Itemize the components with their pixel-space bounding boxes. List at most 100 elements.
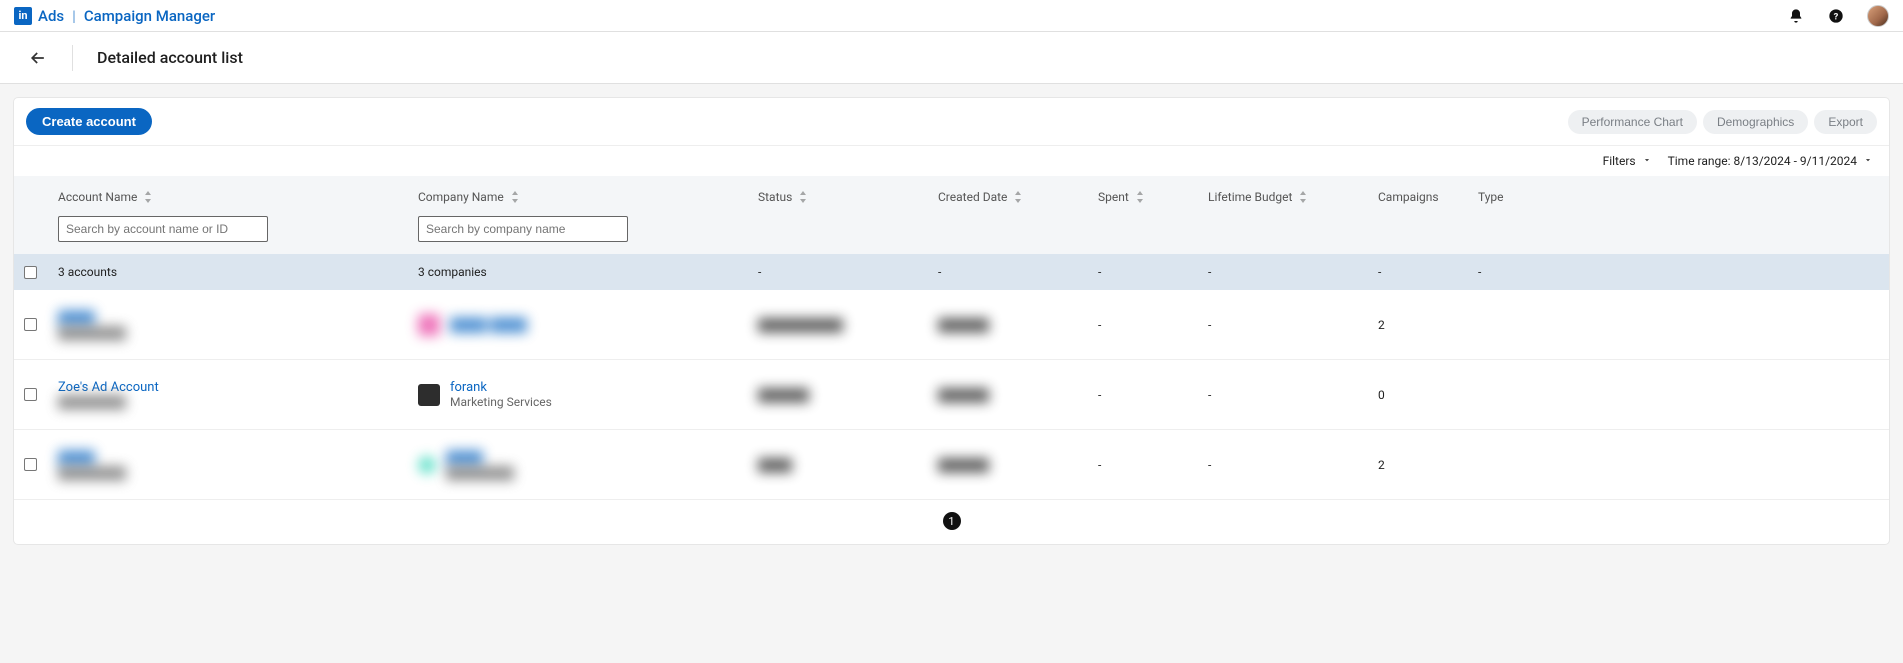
account-sub: ████████ (58, 466, 406, 480)
account-sub: ████████ (58, 326, 406, 340)
status-cell: ██████ (758, 388, 938, 402)
filters-label: Filters (1603, 154, 1636, 168)
col-type-label: Type (1478, 190, 1504, 204)
select-all-checkbox[interactable] (24, 266, 37, 279)
sort-icon (143, 191, 153, 203)
brand-ads: Ads (38, 7, 64, 25)
create-account-button[interactable]: Create account (26, 108, 152, 135)
spent-cell: - (1098, 388, 1208, 402)
notifications-icon[interactable] (1787, 7, 1805, 25)
col-status[interactable]: Status (758, 190, 926, 204)
account-sub: ████████ (58, 395, 406, 409)
time-range-label: Time range: 8/13/2024 - 9/11/2024 (1668, 154, 1857, 168)
table-body: ████████████████ ████████████████████--2… (14, 290, 1889, 500)
summary-accounts: 3 accounts (58, 265, 418, 279)
brand-separator: | (72, 7, 76, 25)
company-sub: ████████ (446, 466, 514, 480)
account-name-link[interactable]: Zoe's Ad Account (58, 380, 406, 395)
help-icon[interactable]: ? (1827, 7, 1845, 25)
col-lifetime-budget[interactable]: Lifetime Budget (1208, 190, 1366, 204)
col-spent-label: Spent (1098, 190, 1129, 204)
table-row: ██████████████████████████████████--2 (14, 430, 1889, 500)
summary-companies: 3 companies (418, 265, 758, 279)
summary-created: - (938, 265, 1098, 279)
col-created-label: Created Date (938, 190, 1007, 204)
page-1[interactable]: 1 (943, 512, 961, 530)
brand-campaign-manager: Campaign Manager (84, 7, 215, 25)
brand[interactable]: in Ads | Campaign Manager (14, 7, 215, 25)
col-campaigns[interactable]: Campaigns (1378, 190, 1466, 204)
col-company-name[interactable]: Company Name (418, 190, 746, 204)
campaigns-cell: 2 (1378, 318, 1478, 332)
summary-spent: - (1098, 265, 1208, 279)
sort-icon (798, 191, 808, 203)
sort-icon (1013, 191, 1023, 203)
toolbar: Create account Performance Chart Demogra… (14, 98, 1889, 145)
created-cell: ██████ (938, 388, 1098, 402)
sort-icon (1298, 191, 1308, 203)
top-nav: in Ads | Campaign Manager ? (0, 0, 1903, 32)
sub-header: Detailed account list (0, 32, 1903, 84)
svg-text:?: ? (1834, 11, 1839, 22)
row-checkbox[interactable] (24, 318, 37, 331)
col-type[interactable]: Type (1478, 190, 1546, 204)
main-panel: Create account Performance Chart Demogra… (14, 98, 1889, 544)
summary-lifetime: - (1208, 265, 1378, 279)
time-range-dropdown[interactable]: Time range: 8/13/2024 - 9/11/2024 (1668, 154, 1873, 168)
search-account-input[interactable] (58, 216, 268, 242)
col-spent[interactable]: Spent (1098, 190, 1196, 204)
avatar[interactable] (1867, 5, 1889, 27)
created-cell: ██████ (938, 458, 1098, 472)
col-campaigns-label: Campaigns (1378, 190, 1439, 204)
page-title: Detailed account list (97, 48, 243, 67)
top-nav-right: ? (1787, 5, 1889, 27)
summary-campaigns: - (1378, 265, 1478, 279)
divider (72, 45, 73, 71)
back-arrow-icon[interactable] (28, 48, 48, 68)
col-account-name[interactable]: Account Name (58, 190, 406, 204)
created-cell: ██████ (938, 318, 1098, 332)
sort-icon (1135, 191, 1145, 203)
search-company-input[interactable] (418, 216, 628, 242)
col-company-name-label: Company Name (418, 190, 504, 204)
company-sub: Marketing Services (450, 395, 552, 409)
linkedin-logo-icon: in (14, 7, 32, 25)
account-name-link[interactable]: ████ (58, 450, 406, 466)
summary-row: 3 accounts 3 companies - - - - - - (14, 254, 1889, 290)
accounts-table: Account Name Company Name Status (14, 176, 1889, 544)
summary-type: - (1478, 265, 1558, 279)
chevron-down-icon (1863, 154, 1873, 168)
filter-bar: Filters Time range: 8/13/2024 - 9/11/202… (14, 145, 1889, 176)
pager: 1 (14, 500, 1889, 544)
col-created[interactable]: Created Date (938, 190, 1086, 204)
toolbar-pills: Performance Chart Demographics Export (1568, 110, 1877, 134)
demographics-button[interactable]: Demographics (1703, 110, 1808, 134)
table-row: Zoe's Ad Account████████ forankMarketing … (14, 360, 1889, 430)
row-checkbox[interactable] (24, 388, 37, 401)
status-cell: ██████████ (758, 318, 938, 332)
company-name-link[interactable]: ████ (446, 450, 514, 466)
campaigns-cell: 0 (1378, 388, 1478, 402)
company-name-link[interactable]: forank (450, 380, 552, 395)
col-lifetime-budget-label: Lifetime Budget (1208, 190, 1292, 204)
account-name-link[interactable]: ████ (58, 310, 406, 326)
spent-cell: - (1098, 458, 1208, 472)
col-status-label: Status (758, 190, 792, 204)
company-logo-icon (418, 456, 436, 474)
spent-cell: - (1098, 318, 1208, 332)
summary-status: - (758, 265, 938, 279)
lifetime-cell: - (1208, 318, 1378, 332)
table-header: Account Name Company Name Status (14, 176, 1889, 254)
row-checkbox[interactable] (24, 458, 37, 471)
sort-icon (510, 191, 520, 203)
lifetime-cell: - (1208, 388, 1378, 402)
table-row: ████████████████ ████████████████████--2 (14, 290, 1889, 360)
chevron-down-icon (1642, 154, 1652, 168)
campaigns-cell: 2 (1378, 458, 1478, 472)
company-logo-icon (418, 314, 440, 336)
export-button[interactable]: Export (1814, 110, 1877, 134)
status-cell: ████ (758, 458, 938, 472)
filters-dropdown[interactable]: Filters (1603, 154, 1652, 168)
company-name-link[interactable]: ████ ████ (450, 317, 527, 333)
performance-chart-button[interactable]: Performance Chart (1568, 110, 1697, 134)
